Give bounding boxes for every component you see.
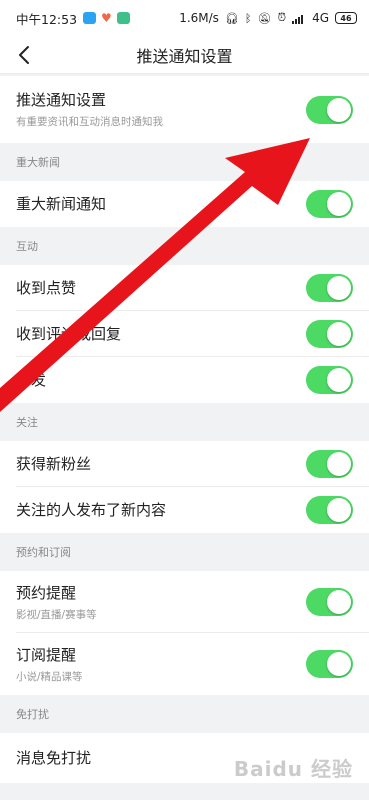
major-news-label: 重大新闻通知 — [16, 195, 107, 213]
toggle-knob — [327, 652, 351, 676]
toggle-knob — [327, 498, 351, 522]
booking-reminder-label: 预约提醒 — [16, 583, 77, 602]
likes-row[interactable]: 收到点赞 — [0, 265, 369, 311]
reposts-label: 转发 — [16, 371, 47, 389]
signal-icon — [292, 14, 304, 24]
toggle-knob — [327, 322, 351, 346]
booking-reminder-row[interactable]: 预约提醒 影视/直播/赛事等 — [0, 571, 369, 633]
net-speed: 1.6M/s — [179, 11, 219, 25]
nav-bar: 推送通知设置 — [0, 36, 369, 74]
status-right: 1.6M/s 🎧︎ ᛒ 🔕︎ ⏰︎ 4G 46 — [179, 11, 357, 25]
mute-bell-icon: 🔕︎ — [257, 11, 272, 25]
subscription-reminder-desc: 小说/精品课等 — [16, 670, 83, 683]
notification-icons: ♥ — [83, 11, 130, 25]
comments-toggle[interactable] — [306, 320, 353, 348]
booking-reminder-desc: 影视/直播/赛事等 — [16, 608, 97, 621]
followed-posts-toggle[interactable] — [306, 496, 353, 524]
new-followers-row[interactable]: 获得新粉丝 — [0, 441, 369, 487]
toggle-knob — [327, 276, 351, 300]
push-notification-toggle[interactable] — [306, 95, 353, 124]
section-header-interaction: 互动 — [0, 227, 369, 265]
toggle-knob — [327, 368, 351, 392]
new-followers-label: 获得新粉丝 — [16, 455, 92, 473]
status-bar: 中午12:53 ♥ 1.6M/s 🎧︎ ᛒ 🔕︎ ⏰︎ 4G 46 — [0, 0, 369, 36]
push-notification-desc: 有重要资讯和互动消息时通知我 — [16, 116, 163, 128]
page-title: 推送通知设置 — [136, 46, 233, 66]
subscription-reminder-toggle[interactable] — [306, 650, 353, 678]
app-notification-icon — [83, 12, 97, 24]
toggle-knob — [327, 590, 351, 614]
toggle-knob — [327, 452, 351, 476]
headphones-icon: 🎧︎ — [224, 11, 239, 25]
status-time: 中午12:53 — [16, 11, 78, 27]
section-header-follow: 关注 — [0, 403, 369, 441]
push-notification-row[interactable]: 推送通知设置 有重要资讯和互动消息时通知我 — [0, 76, 369, 143]
section-header-dnd: 免打扰 — [0, 695, 369, 733]
back-arrow-icon — [19, 46, 29, 64]
booking-reminder-toggle[interactable] — [306, 588, 353, 616]
followed-posts-label: 关注的人发布了新内容 — [16, 501, 167, 519]
alarm-icon: ⏰︎ — [277, 11, 287, 24]
likes-label: 收到点赞 — [16, 279, 77, 297]
comments-label: 收到评论或回复 — [16, 325, 122, 343]
major-news-row[interactable]: 重大新闻通知 — [0, 181, 369, 227]
reposts-row[interactable]: 转发 — [0, 357, 369, 403]
section-header-booking: 预约和订阅 — [0, 533, 369, 571]
toggle-knob — [327, 192, 351, 216]
health-app-icon: ♥ — [101, 11, 112, 25]
push-notification-label: 推送通知设置 — [16, 91, 107, 109]
comments-row[interactable]: 收到评论或回复 — [0, 311, 369, 357]
back-button[interactable] — [12, 42, 36, 68]
baidu-watermark: Baidu 经验 — [233, 757, 353, 781]
network-type: 4G — [312, 11, 329, 25]
new-followers-toggle[interactable] — [306, 450, 353, 478]
reposts-toggle[interactable] — [306, 366, 353, 394]
followed-posts-row[interactable]: 关注的人发布了新内容 — [0, 487, 369, 533]
section-header-major-news: 重大新闻 — [0, 143, 369, 181]
app-notification-icon-2 — [116, 12, 130, 24]
bluetooth-icon: ᛒ — [244, 11, 252, 25]
subscription-reminder-row[interactable]: 订阅提醒 小说/精品课等 — [0, 633, 369, 695]
likes-toggle[interactable] — [306, 274, 353, 302]
battery-icon: 46 — [335, 12, 357, 24]
subscription-reminder-label: 订阅提醒 — [16, 645, 77, 664]
major-news-toggle[interactable] — [306, 190, 353, 218]
toggle-knob — [327, 97, 351, 122]
